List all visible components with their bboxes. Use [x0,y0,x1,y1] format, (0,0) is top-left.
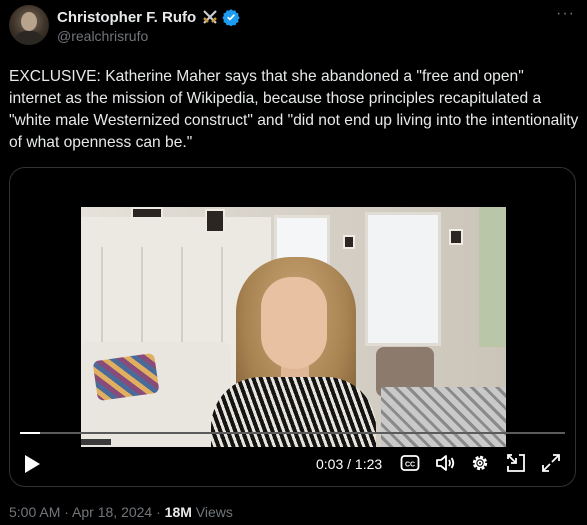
wall-picture [205,209,225,233]
video-pillow [92,352,160,402]
views-count[interactable]: 18M [165,504,192,520]
avatar-body [14,31,44,45]
more-options-icon[interactable]: ··· [556,5,575,23]
meta-separator: · [60,504,73,520]
crossed-swords-icon [203,10,218,24]
author-display-name[interactable]: Christopher F. Rufo [57,9,196,26]
tweet-date[interactable]: Apr 18, 2024 [72,504,152,520]
video-progress-fill [20,432,40,434]
wall-picture [449,229,463,245]
meta-separator: · [152,504,165,520]
verified-icon[interactable] [222,8,240,26]
captions-icon[interactable]: CC [400,454,420,472]
video-player[interactable]: 0:03 / 1:23 CC [9,167,576,487]
video-window [365,212,441,346]
author-handle[interactable]: @realchrisrufo [57,28,148,44]
video-person-face [261,277,327,369]
author-name-row: Christopher F. Rufo [57,7,240,27]
avatar-head [21,12,37,31]
tweet-text: EXCLUSIVE: Katherine Maher says that she… [9,68,583,151]
video-name-strip [81,439,111,445]
video-person-top [211,377,376,447]
video-window [479,207,506,347]
video-duration: 1:23 [354,456,383,472]
views-label: Views [191,504,233,520]
wall-picture [343,235,355,249]
video-frame[interactable] [81,207,506,447]
wall-picture [131,207,163,219]
video-time: 0:03 / 1:23 [316,456,382,472]
volume-icon[interactable] [435,453,455,473]
video-rug [381,387,506,447]
video-current-time: 0:03 [316,456,344,472]
svg-text:CC: CC [405,462,415,469]
settings-icon[interactable] [470,453,490,473]
play-icon[interactable] [23,454,41,474]
video-time-separator: / [343,456,355,472]
tweet-time[interactable]: 5:00 AM [9,504,60,520]
dock-icon[interactable] [506,453,526,473]
fullscreen-icon[interactable] [541,453,561,473]
tweet-meta: 5:00 AM · Apr 18, 2024 · 18M Views [9,504,233,520]
video-progress-bar[interactable] [20,432,565,434]
avatar[interactable] [9,5,49,45]
